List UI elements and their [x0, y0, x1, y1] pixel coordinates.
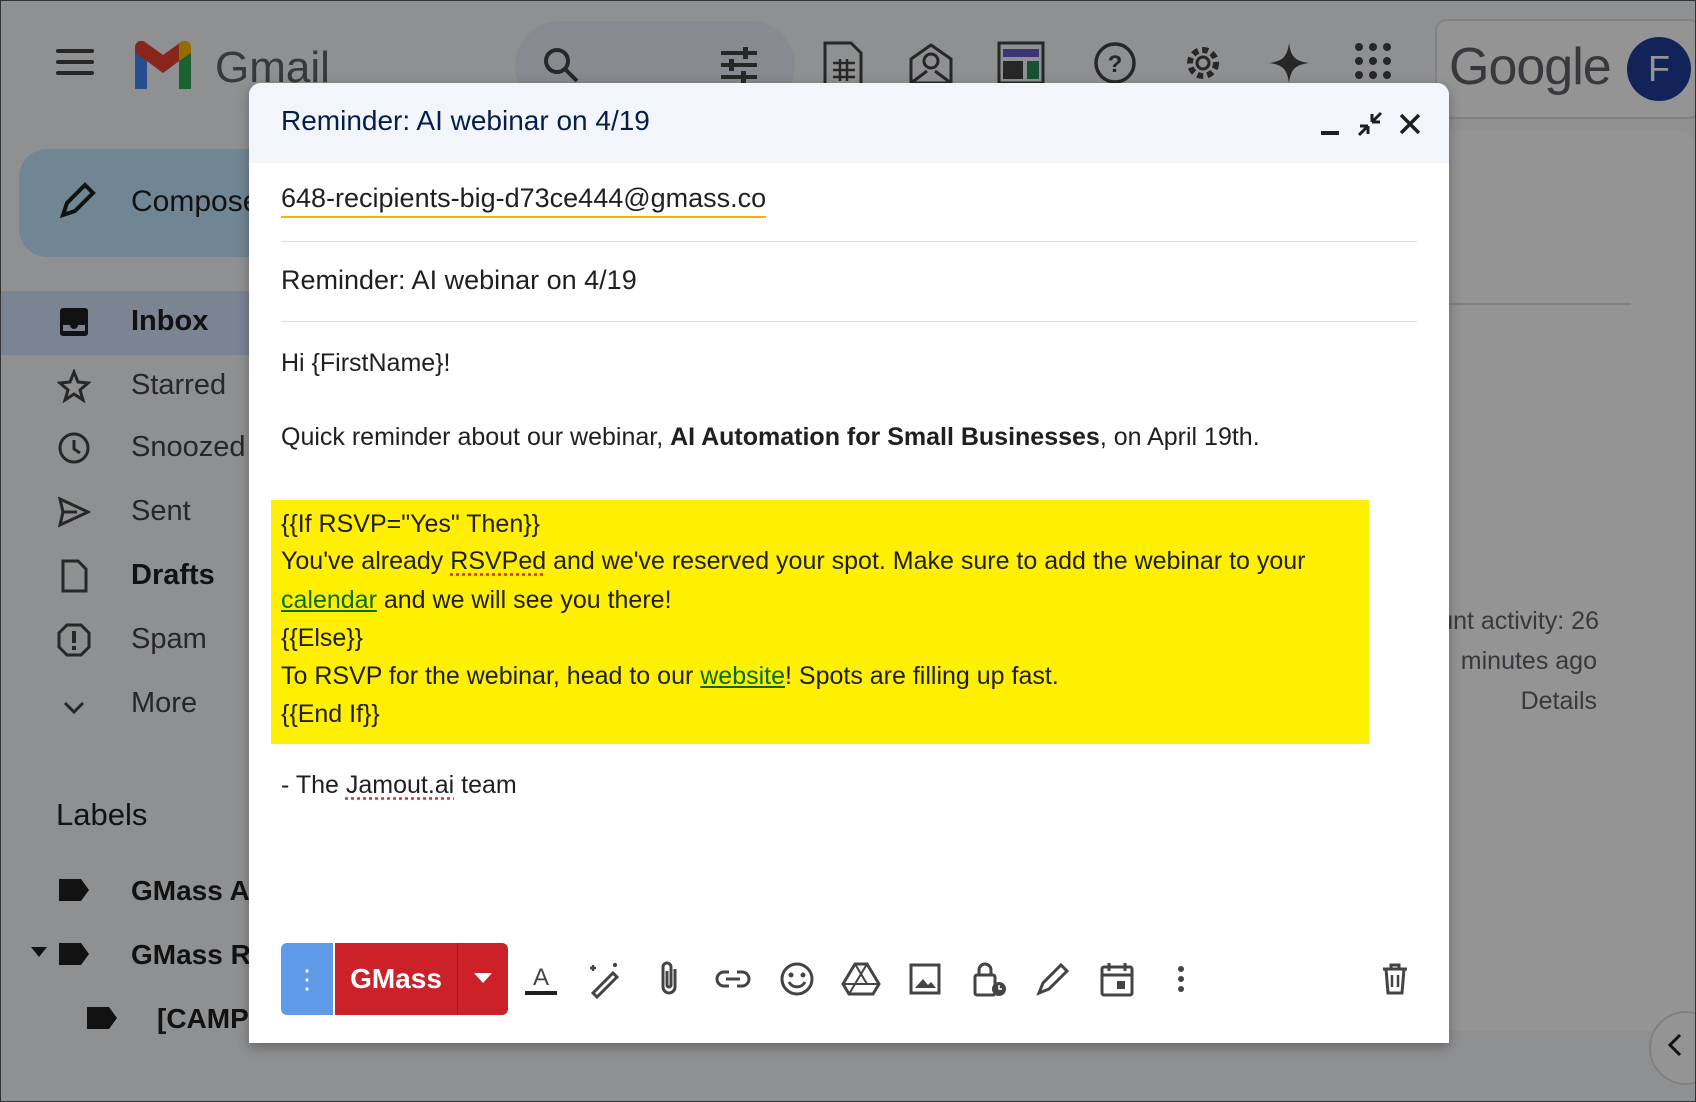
divider — [281, 241, 1417, 242]
website-link[interactable]: website — [700, 662, 785, 690]
body-text-span: To RSVP for the webinar, head to our — [281, 662, 701, 690]
else-statement: {{Else}} — [281, 624, 364, 652]
signature-pen-icon[interactable] — [1033, 959, 1073, 999]
webinar-name: AI Automation for Small Businesses — [670, 423, 1100, 451]
divider — [281, 321, 1417, 322]
rsvp-no-line: To RSVP for the webinar, head to our web… — [281, 662, 1059, 691]
body-text-span: team — [454, 771, 517, 799]
rsvp-yes-line: You've already RSVPed and we've reserved… — [281, 547, 1306, 576]
calendar-link[interactable]: calendar — [281, 586, 377, 614]
app-frame: Gmail ? Google F Compose Inbox Starred S… — [0, 0, 1696, 1102]
gmass-send-button[interactable]: GMass — [335, 943, 457, 1015]
magic-wand-icon[interactable] — [585, 959, 625, 999]
body-line-1[interactable]: Quick reminder about our webinar, AI Aut… — [281, 423, 1260, 452]
body-text-span: ! Spots are filling up fast. — [785, 662, 1059, 690]
more-options-icon[interactable] — [1161, 959, 1201, 999]
body-text-span: and we've reserved your spot. Make sure … — [546, 547, 1306, 575]
body-text-span: and we will see you there! — [376, 586, 672, 614]
end-if-statement: {{End If}} — [281, 700, 380, 728]
body-text-span: - The — [281, 771, 346, 799]
compose-dialog: Reminder: AI webinar on 4/19 648-recipie… — [249, 83, 1449, 1043]
close-icon[interactable] — [1395, 109, 1425, 139]
body-text-span: You've already — [281, 547, 451, 575]
google-drive-icon[interactable] — [841, 959, 881, 999]
confidential-mode-icon[interactable] — [969, 959, 1009, 999]
svg-text:A: A — [533, 964, 549, 991]
recipient-chip[interactable]: 648-recipients-big-d73ce444@gmass.co — [281, 183, 767, 218]
more-send-options-button[interactable]: ⋮ — [281, 943, 333, 1015]
compose-title: Reminder: AI webinar on 4/19 — [281, 105, 650, 136]
trash-icon[interactable] — [1375, 959, 1415, 999]
subject-field[interactable]: Reminder: AI webinar on 4/19 — [281, 265, 637, 296]
conditional-block-highlight: {{If RSVP="Yes" Then}} You've already RS… — [271, 500, 1369, 744]
minimize-icon[interactable] — [1315, 109, 1345, 139]
insert-photo-icon[interactable] — [905, 959, 945, 999]
misspelled-word[interactable]: Jamout.ai — [346, 771, 454, 799]
exit-fullscreen-icon[interactable] — [1355, 109, 1385, 139]
body-text-span: , on April 19th. — [1099, 423, 1260, 451]
body-text-span: Quick reminder about our webinar, — [281, 423, 671, 451]
schedule-send-icon[interactable] — [1097, 959, 1137, 999]
emoji-icon[interactable] — [777, 959, 817, 999]
rsvp-yes-line-2: calendar and we will see you there! — [281, 586, 672, 615]
signature-line[interactable]: - The Jamout.ai team — [281, 771, 517, 800]
if-statement: {{If RSVP="Yes" Then}} — [281, 510, 540, 538]
attach-file-icon[interactable] — [649, 959, 689, 999]
insert-link-icon[interactable] — [713, 959, 753, 999]
misspelled-word[interactable]: RSVPed — [450, 547, 546, 575]
gmass-options-dropdown[interactable] — [457, 943, 508, 1015]
caret-down-icon — [474, 973, 492, 983]
body-greeting[interactable]: Hi {FirstName}! — [281, 349, 450, 378]
text-format-icon[interactable]: A — [521, 959, 561, 999]
